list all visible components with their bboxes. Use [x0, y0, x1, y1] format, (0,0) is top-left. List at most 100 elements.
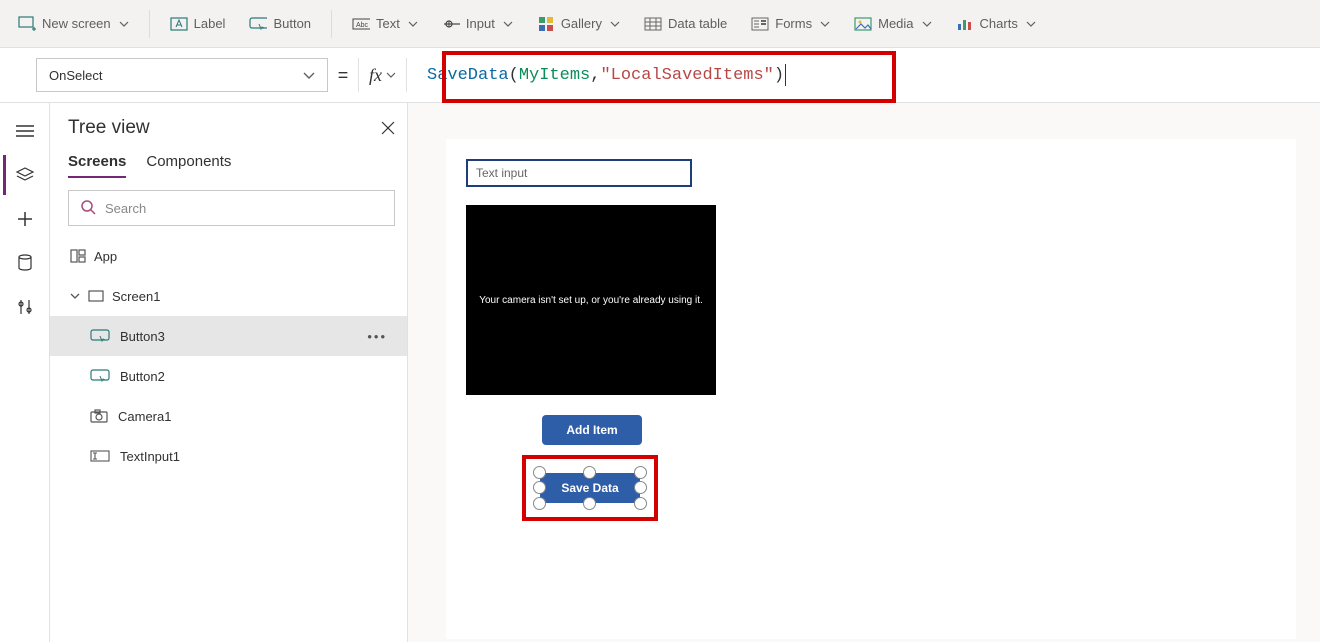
forms-label: Forms: [775, 16, 812, 31]
text-caret: [785, 64, 786, 86]
button-button[interactable]: Button: [239, 6, 321, 42]
resize-handle[interactable]: [533, 466, 546, 479]
label-icon: [170, 15, 188, 33]
close-icon[interactable]: [381, 121, 395, 135]
text-input-control[interactable]: Text input: [466, 159, 692, 187]
text-input-icon: [90, 450, 110, 462]
tree-list: App Screen1 Button3 ••• Button2: [50, 236, 407, 476]
hamburger-button[interactable]: [5, 111, 45, 151]
resize-handle[interactable]: [634, 466, 647, 479]
new-screen-icon: [18, 15, 36, 33]
database-icon: [17, 254, 33, 272]
fx-icon: fx: [369, 65, 382, 86]
resize-handle[interactable]: [634, 497, 647, 510]
tree-item-label: App: [94, 249, 117, 264]
camera-icon: [90, 409, 108, 423]
fx-button[interactable]: fx: [359, 65, 406, 86]
resize-handle[interactable]: [583, 497, 596, 510]
insert-rail-button[interactable]: [5, 199, 45, 239]
chevron-down-icon: [386, 72, 396, 78]
chevron-down-icon: [303, 72, 315, 79]
formula-paren-close: ): [774, 66, 784, 85]
chevron-down-icon: [1026, 21, 1036, 27]
plus-icon: [17, 211, 33, 227]
label-button[interactable]: Label: [160, 6, 236, 42]
formula-function: SaveData: [427, 66, 509, 85]
tree-item-label: Screen1: [112, 289, 160, 304]
chevron-down-icon: [408, 21, 418, 27]
separator: [331, 10, 332, 38]
tools-rail-button[interactable]: [5, 287, 45, 327]
formula-arg2: "LocalSavedItems": [600, 66, 773, 85]
forms-button[interactable]: Forms: [741, 6, 840, 42]
new-screen-label: New screen: [42, 16, 111, 31]
tree-item-textinput1[interactable]: TextInput1: [50, 436, 407, 476]
ribbon: New screen Label Button Abc Text Input G…: [0, 0, 1320, 48]
new-screen-button[interactable]: New screen: [8, 6, 139, 42]
charts-icon: [956, 15, 974, 33]
resize-handle[interactable]: [533, 481, 546, 494]
add-item-label: Add Item: [566, 423, 617, 437]
button-icon: [90, 369, 110, 383]
tree-item-label: Button2: [120, 369, 165, 384]
more-icon[interactable]: •••: [367, 329, 387, 344]
search-input[interactable]: Search: [68, 190, 395, 226]
gallery-button[interactable]: Gallery: [527, 6, 630, 42]
data-table-button[interactable]: Data table: [634, 6, 737, 42]
tree-item-screen1[interactable]: Screen1: [50, 276, 407, 316]
text-label: Text: [376, 16, 400, 31]
tree-view-rail-button[interactable]: [3, 155, 43, 195]
add-item-button[interactable]: Add Item: [542, 415, 642, 445]
search-icon: [81, 200, 97, 216]
layers-icon: [15, 167, 35, 183]
data-rail-button[interactable]: [5, 243, 45, 283]
formula-input[interactable]: SaveData( MyItems, "LocalSavedItems" ): [407, 48, 1320, 102]
tree-item-label: Button3: [120, 329, 165, 344]
formula-paren-open: (: [509, 66, 519, 85]
resize-handle[interactable]: [533, 497, 546, 510]
gallery-label: Gallery: [561, 16, 602, 31]
chevron-down-icon: [922, 21, 932, 27]
tree-item-camera1[interactable]: Camera1: [50, 396, 407, 436]
formula-bar: OnSelect = fx SaveData( MyItems, "LocalS…: [0, 48, 1320, 103]
resize-handle[interactable]: [583, 466, 596, 479]
app-icon: [70, 249, 86, 263]
tree-item-label: Camera1: [118, 409, 171, 424]
formula-comma: ,: [590, 66, 600, 85]
tab-screens[interactable]: Screens: [68, 153, 126, 178]
property-name: OnSelect: [49, 68, 102, 83]
text-icon: Abc: [352, 15, 370, 33]
canvas[interactable]: Text input Your camera isn't set up, or …: [446, 139, 1296, 639]
tree-item-button2[interactable]: Button2: [50, 356, 407, 396]
separator: [149, 10, 150, 38]
resize-handle[interactable]: [634, 481, 647, 494]
selected-control-wrapper: Save Data: [540, 473, 640, 503]
text-button[interactable]: Abc Text: [342, 6, 428, 42]
media-label: Media: [878, 16, 913, 31]
tree-item-app[interactable]: App: [50, 236, 407, 276]
tab-components[interactable]: Components: [146, 153, 231, 178]
tree-item-label: TextInput1: [120, 449, 180, 464]
save-data-label: Save Data: [561, 481, 618, 495]
svg-text:Abc: Abc: [356, 22, 369, 29]
tree-item-button3[interactable]: Button3 •••: [50, 316, 407, 356]
equals-sign: =: [328, 65, 358, 86]
search-placeholder: Search: [105, 201, 146, 216]
tree-view-title: Tree view: [68, 117, 150, 139]
charts-button[interactable]: Charts: [946, 6, 1046, 42]
highlight-box-savedata: Save Data: [522, 455, 658, 521]
tools-icon: [17, 298, 33, 316]
button-icon: [249, 15, 267, 33]
left-rail: [0, 103, 50, 642]
charts-label: Charts: [980, 16, 1018, 31]
tree-view-panel: Tree view Screens Components Search App …: [50, 103, 408, 642]
button-label: Button: [273, 16, 311, 31]
camera-message: Your camera isn't set up, or you're alre…: [479, 295, 703, 306]
chevron-down-icon: [70, 293, 80, 299]
camera-control[interactable]: Your camera isn't set up, or you're alre…: [466, 205, 716, 395]
media-button[interactable]: Media: [844, 6, 941, 42]
input-button[interactable]: Input: [432, 6, 523, 42]
property-selector[interactable]: OnSelect: [36, 58, 328, 92]
gallery-icon: [537, 15, 555, 33]
data-table-label: Data table: [668, 16, 727, 31]
